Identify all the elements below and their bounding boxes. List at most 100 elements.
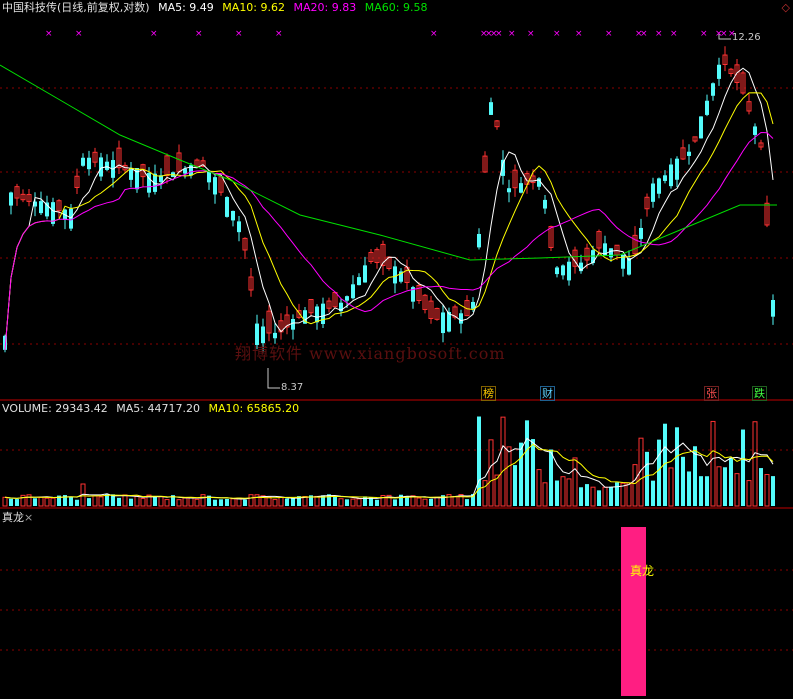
candle-down	[705, 100, 709, 115]
volume-bar	[158, 496, 164, 507]
security-title: 中国科技传(日线,前复权,对数)	[2, 1, 150, 14]
tag-cai: 财	[540, 386, 555, 401]
volume-bar	[699, 476, 703, 506]
signal-label: 真龙	[630, 564, 655, 578]
candle-down	[771, 299, 775, 317]
signal-marker: ×	[195, 29, 203, 39]
signal-marker: ×	[640, 29, 648, 39]
signal-marker: ×	[655, 29, 663, 39]
volume-bar	[446, 494, 452, 507]
volume-bar	[609, 486, 613, 506]
volume-bar	[555, 480, 559, 506]
tag-die: 跌	[752, 386, 767, 401]
signal-marker: ×	[670, 29, 678, 39]
candle-down	[291, 319, 295, 330]
volume-bar	[693, 446, 697, 506]
volume-value: VOLUME: 29343.42	[2, 402, 108, 415]
signal-marker: ×	[605, 29, 613, 39]
indicator-name: 真龙	[2, 511, 24, 524]
candle-down	[711, 83, 715, 96]
volume-bar	[87, 498, 91, 506]
signal-marker: ×	[700, 29, 708, 39]
volume-bar	[38, 496, 44, 507]
volume-bar	[434, 496, 440, 507]
volume-bar	[33, 498, 37, 506]
ma10-value: MA10: 9.62	[222, 1, 286, 14]
candle-down	[717, 64, 721, 79]
volume-bar	[50, 497, 56, 507]
volume-bar	[338, 498, 344, 507]
volume-bar	[585, 484, 589, 506]
volume-bar	[153, 496, 157, 506]
volume-bar	[129, 498, 133, 506]
candle-down	[543, 199, 547, 209]
watermark: 翔博软件 www.xiangbosoft.com	[235, 344, 506, 363]
volume-bar	[759, 468, 763, 506]
candle-down	[477, 233, 481, 248]
stock-chart[interactable]: × × × × × × × × × × × × × × × × × × × × × × × × 中国科技传(日线,前复权,对数…	[0, 0, 793, 699]
volume-bar	[393, 499, 397, 506]
volume-bar	[15, 499, 19, 506]
signal-marker: ×	[235, 29, 243, 39]
volume-bar	[285, 498, 289, 506]
price-legend: 中国科技传(日线,前复权,对数) MA5: 9.49 MA10: 9.62 MA…	[2, 1, 432, 15]
volume-bar	[98, 496, 104, 507]
candle-down	[567, 261, 571, 281]
volume-bar	[531, 439, 535, 506]
candle-down	[669, 164, 673, 187]
volume-bar	[333, 496, 337, 506]
volume-bar	[266, 496, 272, 507]
volume-bar	[752, 421, 758, 507]
candle-down	[639, 227, 643, 239]
signal-marker: ×	[575, 29, 583, 39]
candle-down	[459, 313, 463, 324]
volume-bar	[716, 466, 722, 507]
low-price-label: 8.37	[281, 382, 304, 393]
candle-down	[321, 303, 325, 324]
signal-marker: ×	[75, 29, 83, 39]
candle-down	[99, 157, 103, 177]
volume-bar	[200, 494, 206, 507]
volume-bar	[723, 467, 727, 506]
volume-bar	[764, 474, 770, 507]
ma10-line	[4, 92, 774, 350]
volume-bar	[626, 482, 632, 507]
volume-bar	[542, 482, 548, 507]
candle-down	[273, 332, 277, 339]
volume-bar	[20, 494, 26, 507]
volume-bar	[741, 429, 745, 506]
volume-bar	[513, 465, 517, 506]
volume-bar	[291, 498, 295, 506]
low-leader	[267, 368, 280, 389]
candle-down	[87, 157, 91, 170]
volume-bar	[345, 499, 349, 506]
candle-down	[687, 151, 691, 156]
signal-marker: ×	[495, 29, 503, 39]
volume-bar	[254, 494, 260, 507]
candle-down	[675, 158, 679, 180]
volume-bar	[536, 469, 542, 507]
signal-marker: ×	[275, 29, 283, 39]
volume-bar	[164, 499, 170, 507]
volume-bar	[657, 439, 661, 506]
candle-down	[225, 197, 229, 217]
volume-bar	[416, 497, 422, 507]
candle-down	[471, 301, 475, 309]
volume-legend: VOLUME: 29343.42 MA5: 44717.20 MA10: 658…	[2, 402, 304, 416]
close-icon[interactable]: ×	[24, 511, 33, 524]
diamond-icon[interactable]: ◇	[782, 1, 790, 14]
volume-bar	[572, 457, 578, 507]
candle-down	[519, 183, 523, 193]
candle-down	[345, 296, 349, 301]
candle-down	[609, 248, 613, 258]
volume-bar	[194, 498, 200, 507]
volume-bar	[602, 486, 608, 507]
candle-down	[81, 157, 85, 166]
candle-down	[315, 306, 319, 323]
volume-bar	[429, 498, 433, 506]
volume-bar	[356, 498, 362, 507]
volume-bar	[122, 494, 128, 507]
signal-marker: ×	[720, 29, 728, 39]
candle-down	[9, 192, 13, 206]
volume-bar	[734, 473, 740, 507]
